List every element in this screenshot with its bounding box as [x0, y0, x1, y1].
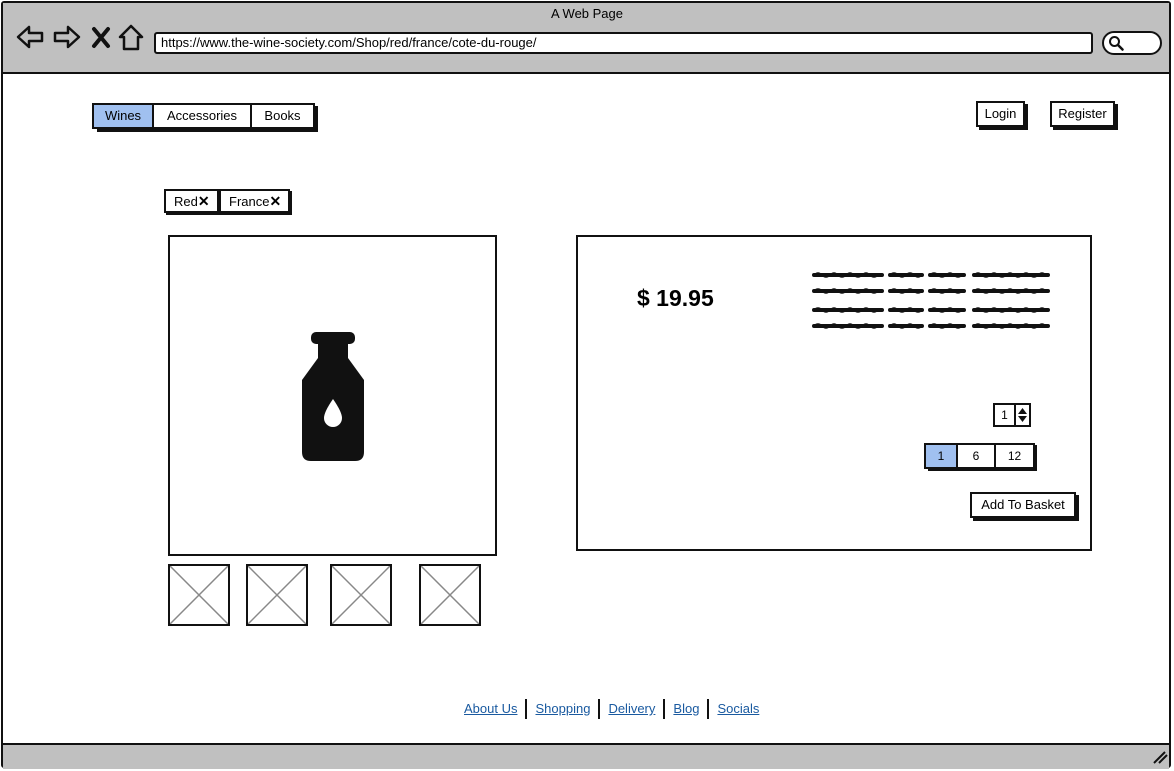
- filter-chip-red[interactable]: Red✕: [164, 189, 219, 213]
- thumbnail-image[interactable]: [419, 564, 481, 626]
- home-icon[interactable]: [116, 22, 146, 52]
- main-nav-tabs: Wines Accessories Books: [92, 103, 315, 129]
- status-bar: [3, 743, 1169, 769]
- filter-chip-label: France: [229, 194, 270, 209]
- register-button[interactable]: Register: [1050, 101, 1115, 127]
- product-price: $ 19.95: [637, 285, 714, 311]
- footer-links: About Us Shopping Delivery Blog Socials: [456, 699, 767, 719]
- address-bar[interactable]: https://www.the-wine-society.com/Shop/re…: [154, 32, 1093, 54]
- pack-size-option-1[interactable]: 1: [924, 443, 958, 469]
- filter-chip-label: Red: [174, 194, 198, 209]
- back-arrow-icon[interactable]: [15, 22, 45, 52]
- footer-link-socials[interactable]: Socials: [709, 699, 767, 719]
- pack-size-option-6[interactable]: 6: [956, 443, 996, 469]
- tab-accessories[interactable]: Accessories: [152, 103, 252, 129]
- pack-size-option-12[interactable]: 12: [994, 443, 1035, 469]
- forward-arrow-icon[interactable]: [52, 22, 82, 52]
- tab-wines[interactable]: Wines: [92, 103, 154, 129]
- tab-books[interactable]: Books: [250, 103, 315, 129]
- close-icon[interactable]: [88, 22, 114, 52]
- pack-size-selector: 1 6 12: [924, 443, 1035, 469]
- browser-search-field[interactable]: [1102, 31, 1162, 55]
- login-button[interactable]: Login: [976, 101, 1025, 127]
- footer-link-blog[interactable]: Blog: [665, 699, 707, 719]
- product-description-placeholder: [812, 272, 1050, 329]
- thumbnail-image[interactable]: [168, 564, 230, 626]
- quantity-stepper[interactable]: 1: [993, 403, 1031, 427]
- footer-link-about-us[interactable]: About Us: [456, 699, 525, 719]
- resize-grip-icon[interactable]: [1152, 750, 1168, 764]
- thumbnail-image[interactable]: [330, 564, 392, 626]
- thumbnail-image[interactable]: [246, 564, 308, 626]
- add-to-basket-button[interactable]: Add To Basket: [970, 492, 1076, 518]
- window-title: A Web Page: [550, 6, 624, 21]
- quantity-value: 1: [995, 405, 1016, 425]
- close-icon[interactable]: ✕: [269, 191, 281, 211]
- close-icon[interactable]: ✕: [198, 191, 210, 211]
- wine-bottle-icon: [302, 332, 364, 461]
- footer-link-shopping[interactable]: Shopping: [527, 699, 598, 719]
- footer-link-delivery[interactable]: Delivery: [600, 699, 663, 719]
- search-icon: [1109, 36, 1124, 51]
- filter-chip-france[interactable]: France✕: [219, 189, 290, 213]
- product-image: [168, 235, 497, 556]
- stepper-arrows-icon[interactable]: [1017, 406, 1028, 424]
